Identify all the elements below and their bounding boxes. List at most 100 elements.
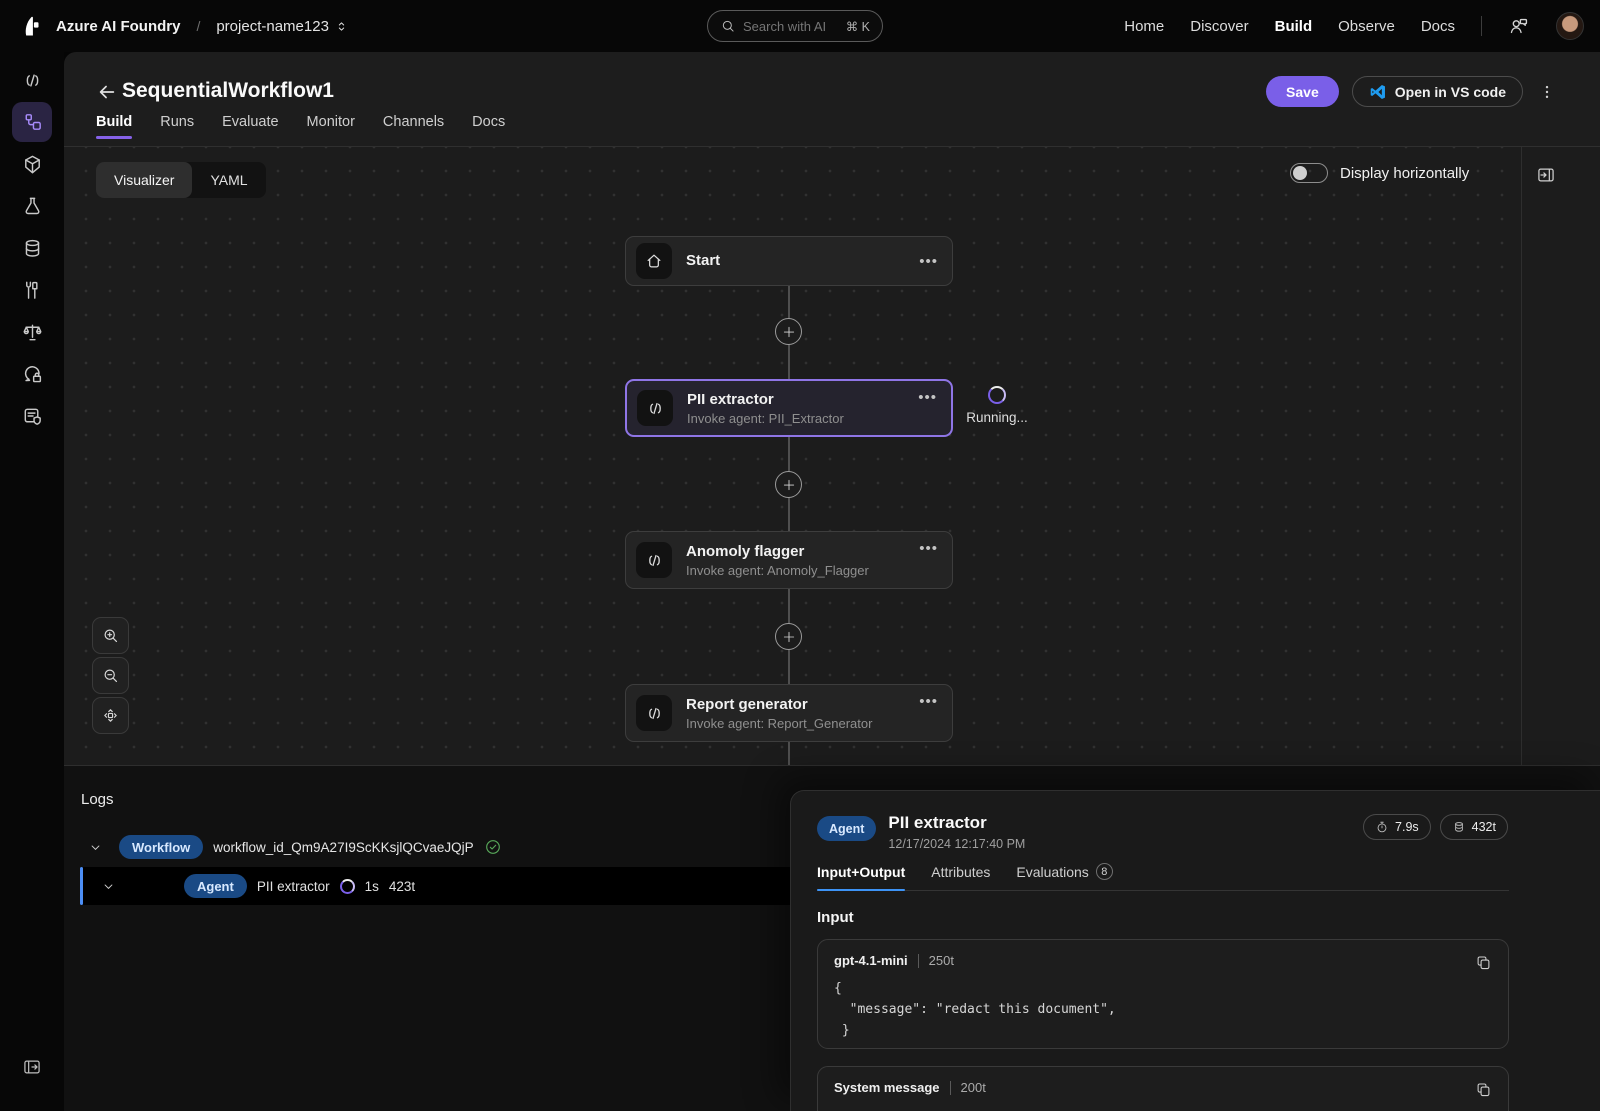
search-bar[interactable]: ⌘ K [707, 10, 883, 42]
agent-tokens: 423t [388, 878, 416, 894]
save-button[interactable]: Save [1266, 76, 1339, 107]
node-title: Anomoly flagger [686, 542, 805, 560]
project-selector[interactable]: project-name123 [216, 18, 349, 35]
nav-build[interactable]: Build [1275, 18, 1313, 35]
open-in-vscode-button[interactable]: Open in VS code [1351, 76, 1523, 107]
node-subtitle: Invoke agent: Anomoly_Flagger [686, 562, 869, 578]
code-agent-icon [636, 695, 672, 731]
model-name: gpt-4.1-mini [834, 953, 908, 968]
node-menu-icon[interactable]: ••• [918, 389, 937, 406]
user-avatar[interactable] [1556, 12, 1584, 40]
add-node-button[interactable] [775, 471, 802, 498]
node-start[interactable]: Start ••• [625, 236, 953, 286]
sort-chevrons-icon [334, 19, 349, 34]
fit-view-button[interactable] [92, 697, 129, 734]
nav-home[interactable]: Home [1124, 18, 1164, 35]
yaml-segment[interactable]: YAML [192, 162, 265, 198]
node-menu-icon[interactable]: ••• [919, 693, 938, 710]
page-title: SequentialWorkflow1 [122, 79, 334, 102]
input-code-card: gpt-4.1-mini 250t { "message": "redact t… [817, 939, 1509, 1049]
agent-name: PII extractor [256, 878, 330, 894]
copy-icon[interactable] [1473, 952, 1494, 973]
nav-divider [1481, 16, 1482, 36]
spinner-icon [988, 386, 1006, 404]
running-label: Running... [966, 410, 1028, 425]
tab-evaluations[interactable]: Evaluations 8 [1016, 863, 1113, 890]
add-node-button[interactable] [775, 623, 802, 650]
node-report-generator[interactable]: Report generator Invoke agent: Report_Ge… [625, 684, 953, 742]
zoom-in-button[interactable] [92, 617, 129, 654]
search-input[interactable] [743, 18, 839, 34]
chevron-down-icon[interactable] [93, 879, 122, 894]
trace-detail-panel: Agent PII extractor 12/17/2024 12:17:40 … [790, 790, 1600, 1111]
tab-docs[interactable]: Docs [472, 114, 505, 139]
search-icon [720, 18, 736, 34]
node-menu-icon[interactable]: ••• [919, 253, 938, 270]
node-pii-extractor[interactable]: PII extractor Invoke agent: PII_Extracto… [625, 379, 953, 437]
node-subtitle: Invoke agent: PII_Extractor [687, 410, 844, 426]
vscode-icon [1369, 83, 1387, 101]
more-options-icon[interactable] [1536, 79, 1558, 105]
stopwatch-icon [1375, 820, 1389, 834]
display-horizontally-toggle[interactable] [1290, 163, 1328, 183]
evaluations-count: 8 [1095, 863, 1113, 880]
rail-tools-icon[interactable] [12, 270, 52, 310]
code-agent-icon [637, 390, 673, 426]
tab-attributes[interactable]: Attributes [931, 863, 990, 890]
nav-observe[interactable]: Observe [1338, 18, 1395, 35]
toggle-knob [1293, 166, 1307, 180]
search-shortcut: ⌘ K [845, 19, 870, 34]
tab-runs[interactable]: Runs [160, 114, 194, 139]
duration-pill: 7.9s [1363, 814, 1431, 840]
success-check-icon [484, 838, 502, 856]
nav-discover[interactable]: Discover [1190, 18, 1248, 35]
feedback-icon[interactable] [1508, 15, 1530, 37]
node-subtitle: Invoke agent: Report_Generator [686, 715, 873, 731]
back-arrow-icon[interactable] [96, 81, 118, 103]
node-anomoly-flagger[interactable]: Anomoly flagger Invoke agent: Anomoly_Fl… [625, 531, 953, 589]
top-bar: Azure AI Foundry / project-name123 ⌘ K H… [0, 0, 1600, 52]
rail-workflows-icon[interactable] [12, 102, 52, 142]
copy-icon[interactable] [1473, 1079, 1494, 1100]
add-node-button[interactable] [775, 318, 802, 345]
rail-data-database-icon[interactable] [12, 228, 52, 268]
running-status: Running... [964, 386, 1030, 425]
code-agent-icon [636, 542, 672, 578]
log-row-workflow[interactable]: Workflow workflow_id_Qm9A27I9ScKKsjlQCva… [80, 829, 502, 865]
chevron-down-icon[interactable] [80, 840, 109, 855]
system-message-card: System message 200t [817, 1066, 1509, 1111]
agent-badge: Agent [184, 874, 247, 898]
input-section-title: Input [817, 909, 854, 926]
visualizer-segment[interactable]: Visualizer [96, 162, 193, 198]
home-icon [636, 243, 672, 279]
workflow-canvas[interactable]: Visualizer YAML Display horizontally Sta… [64, 147, 1600, 765]
tab-channels[interactable]: Channels [383, 114, 444, 139]
canvas-right-divider [1521, 147, 1522, 765]
code-block: { "message": "redact this document", } [834, 981, 1116, 1038]
log-row-agent[interactable]: Agent PII extractor 1s 423t [80, 867, 790, 905]
card-tokens: 200t [960, 1080, 986, 1095]
nav-docs[interactable]: Docs [1421, 18, 1455, 35]
rail-assistant-lock-icon[interactable] [12, 354, 52, 394]
tab-input-output[interactable]: Input+Output [817, 863, 906, 891]
rail-experiments-flask-icon[interactable] [12, 186, 52, 226]
rail-model-cube-icon[interactable] [12, 144, 52, 184]
tab-monitor[interactable]: Monitor [307, 114, 355, 139]
rail-evaluation-scales-icon[interactable] [12, 312, 52, 352]
open-side-panel-icon[interactable] [1532, 161, 1560, 189]
node-menu-icon[interactable]: ••• [919, 540, 938, 557]
rail-governance-form-icon[interactable] [12, 396, 52, 436]
detail-timestamp: 12/17/2024 12:17:40 PM [888, 837, 1026, 851]
workflow-badge: Workflow [119, 835, 204, 859]
detail-tabs: Input+Output Attributes Evaluations 8 [817, 863, 1509, 891]
tokens-pill: 432t [1439, 814, 1508, 840]
card-divider [949, 1080, 951, 1095]
logs-title: Logs [81, 791, 114, 808]
spinner-icon [339, 878, 355, 894]
tab-evaluate[interactable]: Evaluate [222, 114, 278, 139]
tab-build[interactable]: Build [96, 114, 133, 139]
expand-panel-icon[interactable] [12, 1051, 52, 1083]
card-divider [917, 953, 919, 968]
zoom-out-button[interactable] [92, 657, 129, 694]
rail-code-agent-icon[interactable] [12, 60, 52, 100]
